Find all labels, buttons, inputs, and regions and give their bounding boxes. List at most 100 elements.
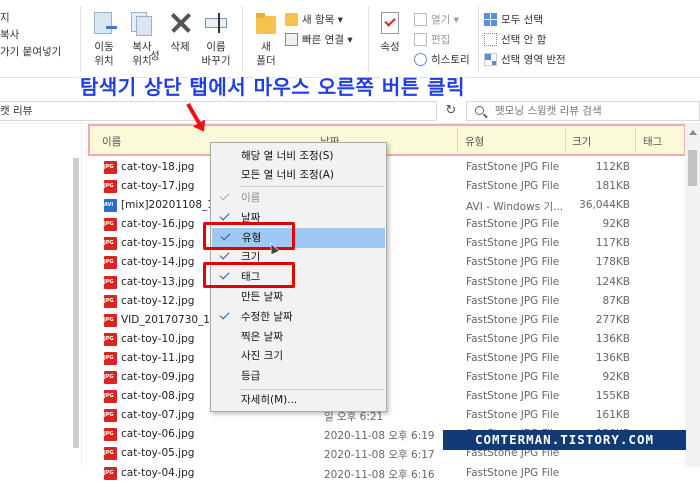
header-divider[interactable] (457, 128, 458, 152)
file-row[interactable]: [mix]20201108_10일 오후 8:06AVI - Windows 기… (100, 196, 685, 215)
menu-item-column-7[interactable]: 수정한 날짜 (211, 307, 386, 327)
file-type: FastStone JPG File (466, 237, 560, 250)
edit-button[interactable]: 편집 (414, 30, 450, 48)
file-type: AVI - Windows 기... (466, 201, 564, 214)
menu-item-column-10[interactable]: 등급 (211, 366, 386, 386)
file-row[interactable]: cat-toy-17.jpg일 오후 9:08FastStone JPG Fil… (100, 177, 685, 196)
ribbon-left-item-2[interactable]: 복사 (0, 27, 80, 44)
menu-item-more[interactable]: 자세히(M)... (211, 390, 386, 410)
column-header-row[interactable]: 이름 날짜 유형 크기 태그 (88, 124, 686, 156)
file-row[interactable]: cat-toy-07.jpg일 오후 6:21FastStone JPG Fil… (100, 406, 685, 425)
file-row[interactable]: cat-toy-04.jpg 2020-11-08 오후 6:16 FastSton… (100, 464, 685, 483)
refresh-button[interactable]: ↻ (441, 101, 461, 121)
file-name: VID_20170730_18 (121, 313, 217, 326)
open-button[interactable]: 열기 ▾ (414, 10, 459, 28)
jpg-file-icon (104, 332, 117, 346)
ribbon: 지 복사 가기 붙여넣기 이동 위치 복사 위치 성 삭제 이름 바꾸기 새 폴… (0, 0, 700, 78)
menu-item-column-8[interactable]: 찍은 날짜 (211, 327, 386, 347)
file-row[interactable]: cat-toy-18.jpg일 오후 9:09FastStone JPG Fil… (100, 158, 685, 177)
history-button[interactable]: 히스토리 (414, 50, 470, 68)
search-input[interactable]: 펫모닝 스윙캣 리뷰 검색 (466, 101, 700, 121)
open-label: 열기 ▾ (431, 13, 459, 26)
file-type: FastStone JPG File (466, 351, 560, 364)
ribbon-left-item-3[interactable]: 가기 붙여넣기 (0, 44, 80, 61)
select-none-button[interactable]: 선택 안 함 (484, 30, 546, 48)
annotation-banner: 탐색기 상단 탭에서 마우스 오른쪽 버튼 클릭 (80, 75, 465, 99)
jpg-file-icon (104, 466, 117, 480)
menu-item-column-9[interactable]: 사진 크기 (211, 346, 386, 366)
edit-label: 편집 (431, 33, 451, 46)
file-row[interactable]: cat-toy-09.jpg일 오후 6:26FastStone JPG Fil… (100, 368, 685, 387)
avi-file-icon (104, 199, 117, 213)
select-none-icon (484, 32, 497, 46)
file-size: 124KB (595, 275, 630, 288)
new-folder-button[interactable]: 새 폴더 (244, 10, 288, 68)
ribbon-divider (80, 6, 81, 72)
menu-item-label: 사진 크기 (241, 350, 283, 363)
menu-item-column-6[interactable]: 만든 날짜 (211, 287, 386, 307)
file-type: FastStone JPG File (466, 256, 560, 269)
properties-label: 속성 (380, 41, 400, 53)
new-item-button[interactable]: 새 항목 ▾ (285, 10, 343, 28)
file-name: cat-toy-11.jpg (121, 351, 195, 364)
ribbon-divider (478, 6, 479, 72)
file-type: FastStone JPG File (466, 371, 560, 384)
menu-item-fit-column[interactable]: 해당 열 너비 조정(S) (211, 146, 386, 166)
file-list-scroll-thumb[interactable] (688, 150, 697, 186)
file-row[interactable]: cat-toy-11.jpg일 오후 6:27FastStone JPG Fil… (100, 349, 685, 368)
address-bar[interactable]: 캣 리뷰 (0, 101, 437, 121)
file-row[interactable]: cat-toy-08.jpg일 오후 6:26FastStone JPG Fil… (100, 387, 685, 406)
navigation-scrollbar[interactable] (70, 148, 82, 467)
file-name: cat-toy-08.jpg (121, 390, 195, 403)
ribbon-divider (242, 6, 243, 72)
file-size: 161KB (595, 409, 630, 422)
jpg-file-icon (104, 428, 117, 442)
check-icon (219, 309, 230, 320)
file-row[interactable]: cat-toy-12.jpg일 오후 6:34FastStone JPG Fil… (100, 292, 685, 311)
menu-item-label: 찍은 날짜 (241, 330, 283, 343)
invert-selection-button[interactable]: 선택 영역 반전 (484, 50, 566, 68)
menu-item-fit-all[interactable]: 모든 열 너비 조정(A) (211, 165, 386, 185)
file-row[interactable]: cat-toy-15.jpg일 오후 6:41FastStone JPG Fil… (100, 234, 685, 253)
file-size: 155KB (595, 390, 630, 403)
file-type: FastStone JPG File (466, 313, 560, 326)
properties-button[interactable]: 속성 (368, 10, 412, 54)
scroll-up-icon[interactable] (689, 130, 697, 135)
header-divider[interactable] (635, 128, 636, 152)
search-icon (475, 106, 484, 115)
header-type[interactable]: 유형 (465, 134, 484, 149)
easy-access-button[interactable]: 빠른 연결 ▾ (285, 30, 353, 48)
file-row[interactable]: cat-toy-14.jpg일 오후 6:38FastStone JPG Fil… (100, 253, 685, 272)
file-row[interactable]: cat-toy-16.jpg일 오후 8:42FastStone JPG Fil… (100, 215, 685, 234)
new-item-label: 새 항목 ▾ (302, 13, 343, 26)
header-name[interactable]: 이름 (102, 134, 121, 149)
address-path: 캣 리뷰 (0, 105, 33, 117)
select-all-button[interactable]: 모두 선택 (484, 10, 543, 28)
file-size: 112KB (595, 161, 630, 173)
file-list-scrollbar[interactable] (685, 124, 700, 467)
select-all-icon (484, 12, 497, 26)
history-icon (414, 52, 427, 66)
jpg-file-icon (104, 275, 117, 289)
navigation-scroll-thumb[interactable] (73, 158, 79, 448)
jpg-file-icon (104, 313, 117, 327)
rename-button[interactable]: 이름 바꾸기 (194, 10, 238, 68)
header-divider[interactable] (565, 128, 566, 152)
file-size: 181KB (595, 180, 630, 193)
history-label: 히스토리 (431, 53, 470, 66)
annotation-highlight-tags (203, 262, 295, 288)
file-name: cat-toy-15.jpg (121, 237, 195, 250)
delete-x-icon (167, 10, 193, 36)
file-size: 136KB (595, 332, 630, 345)
clipboard-group: 지 복사 가기 붙여넣기 (0, 10, 80, 61)
file-row[interactable]: VID_20170730_18일 오후 6:31FastStone JPG Fi… (100, 311, 685, 330)
invert-selection-icon (484, 52, 497, 66)
file-size: 117KB (595, 237, 630, 250)
file-row[interactable]: cat-toy-10.jpg일 오후 6:27FastStone JPG Fil… (100, 330, 685, 349)
header-size[interactable]: 크기 (572, 134, 591, 149)
file-row[interactable]: cat-toy-13.jpg일 오후 6:35FastStone JPG Fil… (100, 273, 685, 292)
header-tags[interactable]: 태그 (643, 134, 662, 149)
jpg-file-icon (104, 409, 117, 423)
file-type: FastStone JPG File (466, 294, 560, 307)
ribbon-left-item-1[interactable]: 지 (0, 10, 80, 27)
